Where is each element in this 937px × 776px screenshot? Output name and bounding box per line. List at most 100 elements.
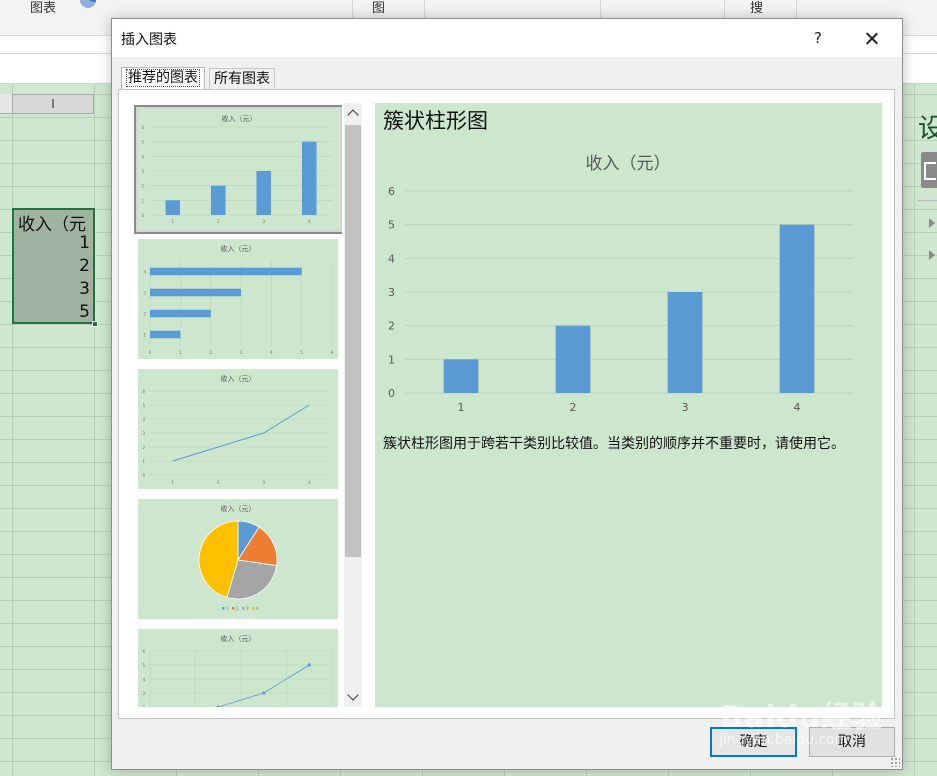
thumb-legend-label: 4 xyxy=(256,606,259,611)
thumb-x-tick: 4 xyxy=(308,219,311,224)
thumb-x-tick: 6 xyxy=(331,350,334,355)
thumb-y-tick: 6 xyxy=(142,649,145,654)
thumb-y-tick: 3 xyxy=(142,431,145,436)
line-chart-thumbnail: 收入（元） 0 1 2 3 4 5 6 1 2 3 4 xyxy=(142,374,332,485)
close-icon[interactable] xyxy=(857,23,887,53)
thumb-clustered-bar[interactable]: 收入（元） 0 1 2 3 4 5 6 1 2 3 4 xyxy=(138,239,338,359)
thumb-y-tick: 2 xyxy=(143,312,146,317)
baidu-watermark: Baidu经验 xyxy=(720,700,884,735)
thumb-y-tick: 6 xyxy=(141,125,144,130)
thumb-y-tick: 4 xyxy=(142,677,145,682)
y-tick-label: 1 xyxy=(388,353,395,366)
thumb-x-tick: 3 xyxy=(262,219,265,224)
scroll-thumb[interactable] xyxy=(345,125,361,557)
y-tick-label: 4 xyxy=(388,252,395,265)
bar-chart-thumbnail: 收入（元） 0 1 2 3 4 5 6 1 2 3 4 xyxy=(143,244,334,355)
format-pane-title: 设 xyxy=(918,114,937,144)
ribbon-label-3[interactable]: 搜 xyxy=(750,0,763,16)
thumb-x-tick: 2 xyxy=(217,480,220,485)
column-header-i[interactable]: I xyxy=(12,94,94,114)
thumb-x-tick: 1 xyxy=(171,480,174,485)
thumb-x-tick: 4 xyxy=(308,480,311,485)
dialog-titlebar: 插入图表 ? xyxy=(112,19,902,57)
thumb-y-tick: 5 xyxy=(142,663,145,668)
y-tick-label: 3 xyxy=(388,286,395,299)
thumb-scatter-point xyxy=(216,705,220,707)
thumb-line[interactable]: 收入（元） 0 1 2 3 4 5 6 1 2 3 4 xyxy=(138,369,338,489)
thumb-x-tick: 2 xyxy=(217,219,220,224)
thumb-pie[interactable]: 收入（元） 1 2 3 4 xyxy=(138,499,338,619)
bar xyxy=(779,224,815,393)
y-tick-label: 5 xyxy=(388,219,395,232)
thumb-legend-label: 2 xyxy=(236,606,239,611)
tab-all-charts[interactable]: 所有图表 xyxy=(209,68,275,89)
insert-chart-dialog: 插入图表 ? 推荐的图表 所有图表 收入（元） 0 1 2 3 4 5 6 1 2 3 4 收入（元）… xyxy=(111,18,903,770)
resize-grip[interactable] xyxy=(890,757,900,767)
dialog-title: 插入图表 xyxy=(121,32,177,48)
ribbon-label-2[interactable]: 图 xyxy=(372,0,385,16)
x-tick-label: 3 xyxy=(682,401,689,414)
thumb-legend-swatch xyxy=(232,607,235,610)
baidu-watermark-url: jingyan.baidu.com xyxy=(719,732,849,748)
thumb-legend-swatch xyxy=(252,607,255,610)
thumb-y-tick: 2 xyxy=(141,184,144,189)
thumb-bar xyxy=(165,200,181,215)
thumb-y-tick: 3 xyxy=(141,169,144,174)
thumbnail-scrollbar[interactable] xyxy=(344,103,362,707)
thumb-clustered-column[interactable]: 收入（元） 0 1 2 3 4 5 6 1 2 3 4 xyxy=(134,105,342,234)
thumb-y-tick: 2 xyxy=(142,705,145,707)
thumb-scatter-point xyxy=(262,691,266,695)
bar xyxy=(555,325,591,393)
thumb-bar xyxy=(256,171,272,215)
column-header-strip xyxy=(0,94,12,114)
thumb-scatter-point xyxy=(307,663,311,667)
cell-value[interactable]: 5 xyxy=(14,302,93,325)
thumb-title: 收入（元） xyxy=(221,244,256,253)
cell-value[interactable]: 2 xyxy=(14,256,93,279)
thumb-legend-swatch xyxy=(242,607,245,610)
thumb-x-tick: 0 xyxy=(149,350,152,355)
pie-chart-thumbnail: 收入（元） 1 2 3 4 xyxy=(198,504,278,611)
thumb-y-tick: 6 xyxy=(142,389,145,394)
chart-type-name: 簇状柱形图 xyxy=(383,109,488,133)
thumb-y-tick: 1 xyxy=(141,198,144,203)
selected-data-range[interactable]: 收入（元 1 2 3 5 xyxy=(12,208,98,327)
format-pane-button[interactable] xyxy=(921,152,937,188)
thumb-legend-swatch xyxy=(222,607,225,610)
thumb-x-tick: 3 xyxy=(240,350,243,355)
chart-thumbnail-list[interactable]: 收入（元） 0 1 2 3 4 5 6 1 2 3 4 收入（元） 0 1 2 3 4 5 6 1 2 3 4 收入（元） 0… xyxy=(126,103,342,707)
bar xyxy=(443,359,479,393)
thumb-bar xyxy=(301,141,317,215)
thumb-y-tick: 0 xyxy=(141,213,144,218)
thumb-y-tick: 5 xyxy=(142,403,145,408)
help-button[interactable]: ? xyxy=(807,25,829,51)
scroll-up-icon[interactable] xyxy=(344,103,362,123)
chart-description: 簇状柱形图用于跨若干类别比较值。当类别的顺序并不重要时，请使用它。 xyxy=(383,436,845,452)
x-tick-label: 4 xyxy=(794,401,801,414)
ribbon-chart-group-label[interactable]: 图表 xyxy=(30,0,56,16)
pie-chart-icon[interactable] xyxy=(80,0,96,8)
thumb-scatter[interactable]: 收入（元）0123456 xyxy=(138,629,338,707)
thumb-x-tick: 4 xyxy=(270,350,273,355)
thumb-y-tick: 3 xyxy=(143,291,146,296)
thumb-title: 收入（元） xyxy=(222,114,257,123)
scroll-down-icon[interactable] xyxy=(344,687,362,707)
expand-triangle-icon[interactable] xyxy=(929,250,935,260)
fill-handle[interactable] xyxy=(92,321,98,327)
thumb-title: 收入（元） xyxy=(221,374,256,383)
thumb-x-tick: 1 xyxy=(171,219,174,224)
cell-value[interactable]: 3 xyxy=(14,279,93,302)
bar xyxy=(667,292,703,393)
thumb-y-tick: 4 xyxy=(141,154,144,159)
thumb-y-tick: 5 xyxy=(141,140,144,145)
tab-label: 推荐的图表 xyxy=(126,69,200,87)
thumb-hbar xyxy=(150,288,241,297)
chart-preview: 收入（元） 0 1 2 3 4 5 6 1 2 3 4 簇状柱形图 簇状柱形图用于跨若干类别比较值。当… xyxy=(375,103,882,707)
cell-header[interactable]: 收入（元 xyxy=(14,210,93,233)
cell-value[interactable]: 1 xyxy=(14,233,93,256)
expand-triangle-icon[interactable] xyxy=(929,218,935,228)
thumb-x-tick: 3 xyxy=(262,480,265,485)
thumb-x-tick: 1 xyxy=(179,350,182,355)
tab-recommended-charts[interactable]: 推荐的图表 xyxy=(121,67,205,89)
thumb-x-tick: 5 xyxy=(300,350,303,355)
